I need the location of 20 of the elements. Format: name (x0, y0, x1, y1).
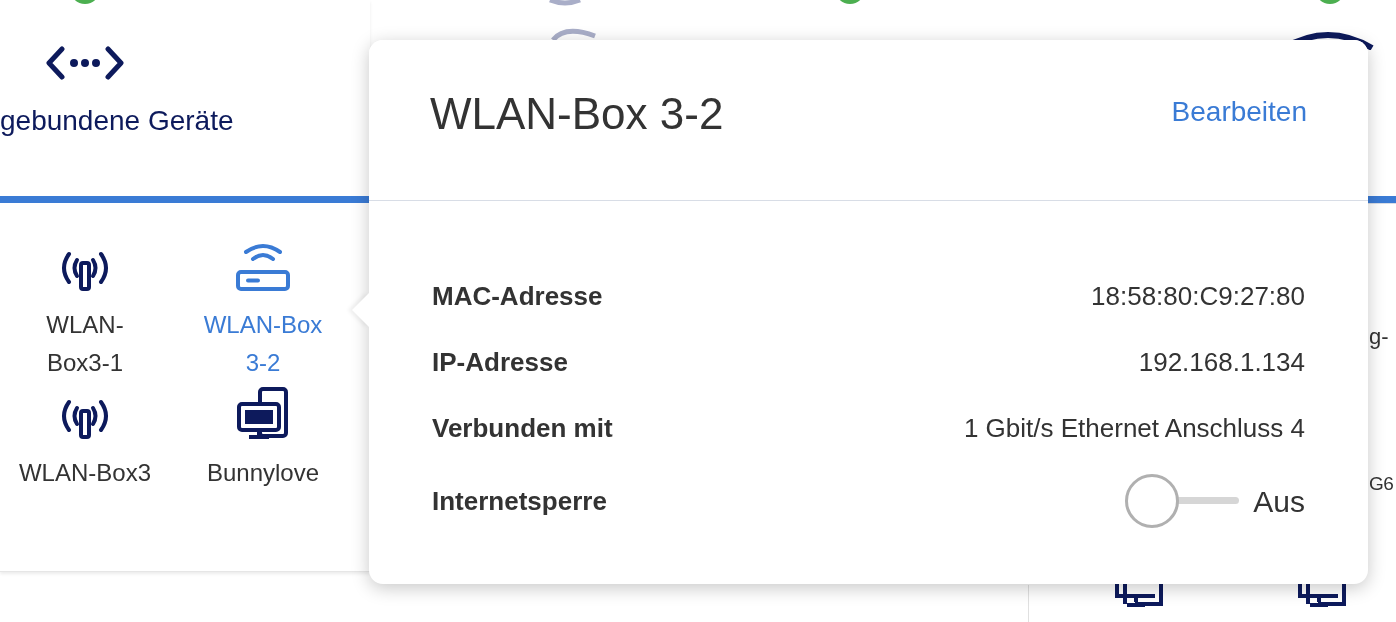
computer-icon (236, 386, 290, 440)
field-label: MAC-Adresse (432, 279, 603, 313)
router-icon (236, 242, 290, 292)
code-icon (46, 46, 124, 80)
field-label: Internetsperre (432, 484, 607, 518)
device-name: g- (1369, 323, 1389, 351)
device-name: G6 (1369, 472, 1394, 496)
field-label: Verbunden mit (432, 411, 613, 445)
field-label: IP-Adresse (432, 345, 568, 379)
toggle-state: Aus (1253, 483, 1305, 520)
field-value: 192.168.1.134 (1138, 345, 1305, 379)
popover-title: WLAN-Box 3-2 (430, 88, 724, 140)
edit-link[interactable]: Bearbeiten (1171, 91, 1307, 149)
field-value: 18:58:80:C9:27:80 (1091, 279, 1305, 313)
device-name[interactable]: WLAN-Box3 (18, 454, 151, 492)
device-name[interactable]: WLAN- Box3-1 (46, 306, 124, 382)
field-value: 1 Gbit/s Ethernet Anschluss 4 (963, 411, 1305, 445)
tab-label[interactable]: gebundene Geräte (0, 100, 234, 142)
device-name[interactable]: WLAN-Box 3-2 (203, 306, 323, 382)
device-name[interactable]: Bunnylove (206, 454, 320, 492)
